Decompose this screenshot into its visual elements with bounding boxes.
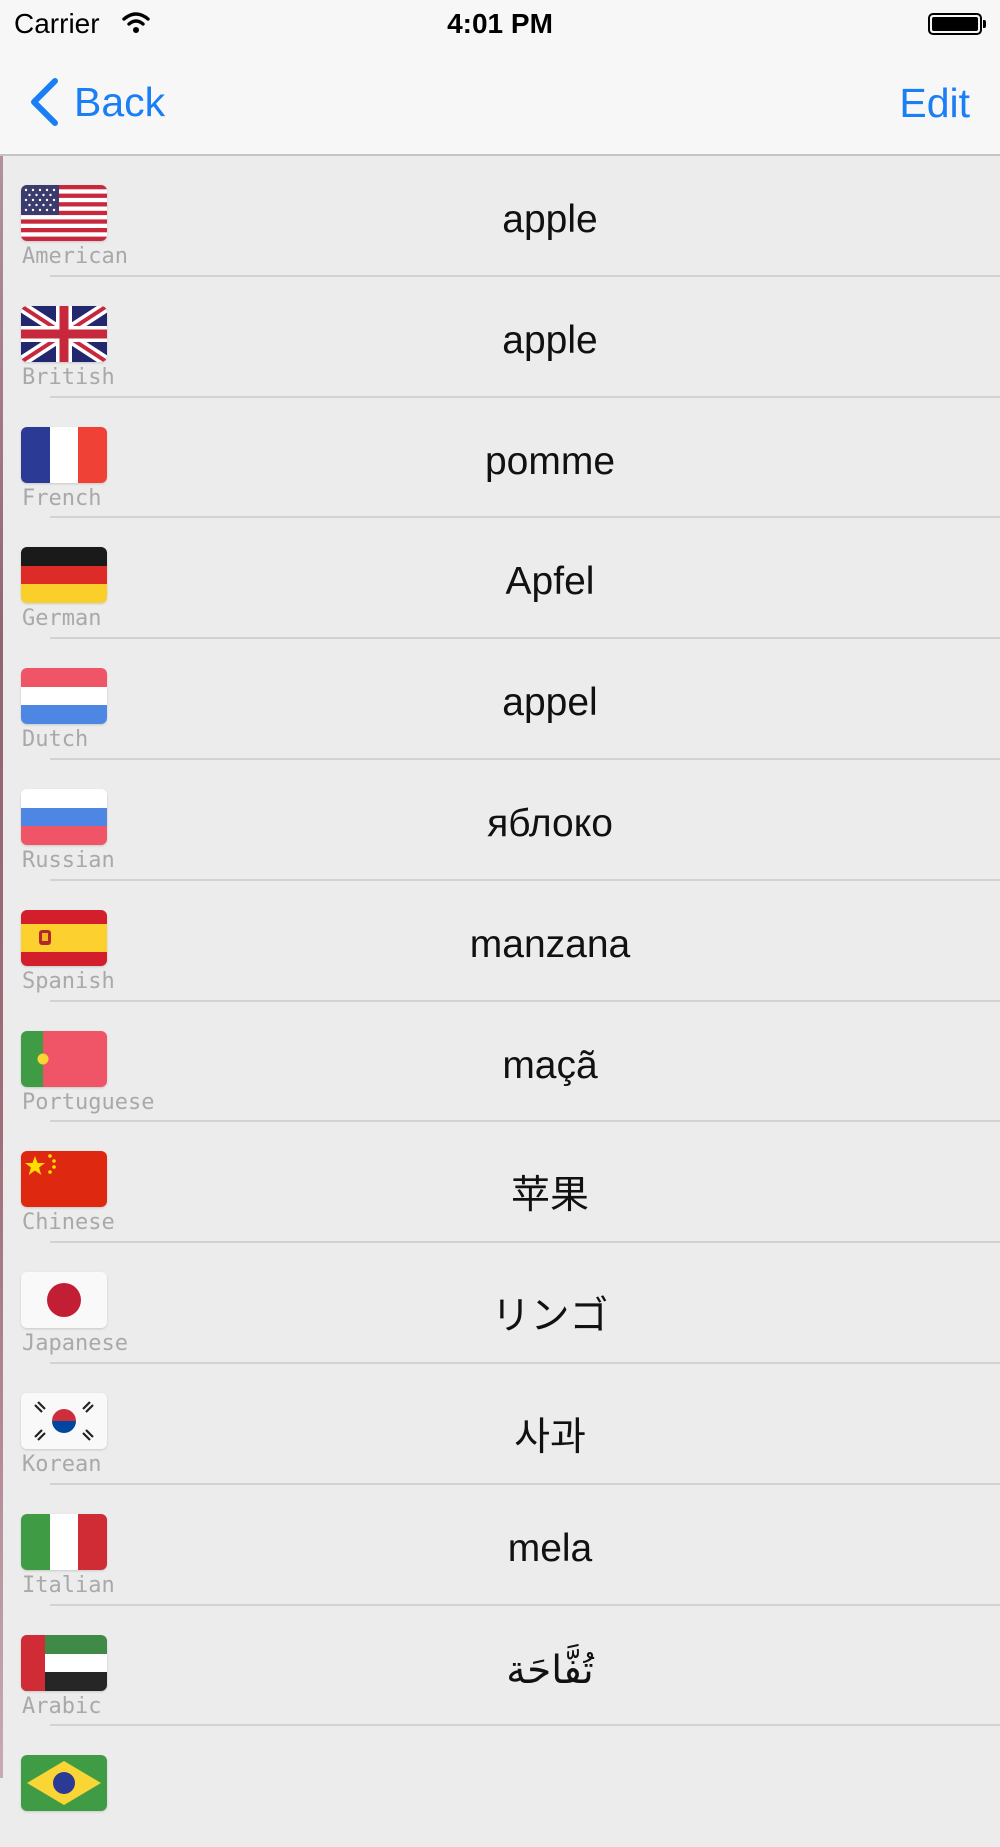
list-item[interactable]: American apple [0, 156, 1000, 277]
language-label: Korean [22, 1451, 102, 1477]
language-label: Italian [22, 1572, 115, 1598]
kr-flag-icon [21, 1392, 107, 1449]
clock: 4:01 PM [447, 8, 553, 39]
list-item[interactable]: Arabic تُفَّاحَة [0, 1606, 1000, 1727]
translation-text: リンゴ [491, 1295, 609, 1339]
status-bar: Carrier 4:01 PM [0, 0, 1000, 50]
translation-text: 苹果 [510, 1174, 589, 1218]
nl-flag-icon [21, 668, 107, 725]
it-flag-icon [21, 1513, 107, 1570]
language-label: British [22, 364, 115, 390]
pt-flag-icon [21, 1030, 107, 1087]
list-item[interactable]: Dutch appel [0, 639, 1000, 760]
translation-text: appel [502, 681, 598, 725]
list-item[interactable]: Portuguese maçã [0, 1002, 1000, 1123]
language-label: American [22, 244, 128, 269]
edit-button[interactable]: Edit [899, 80, 970, 127]
list-item[interactable]: French pomme [0, 398, 1000, 519]
ae-flag-icon [21, 1634, 107, 1691]
list-item[interactable]: Korean 사과 [0, 1364, 1000, 1485]
list-item[interactable]: Japanese リンゴ [0, 1243, 1000, 1364]
list-item[interactable]: Italian mela [0, 1485, 1000, 1606]
uk-flag-icon [21, 305, 107, 362]
language-label: French [22, 485, 102, 511]
jp-flag-icon [21, 1272, 107, 1329]
navigation-bar: Back Edit [0, 50, 1000, 156]
de-flag-icon [21, 547, 107, 604]
list-item[interactable]: German Apfel [0, 518, 1000, 640]
battery-icon [928, 13, 986, 35]
list-item[interactable]: Russian яблоко [0, 760, 1000, 881]
cn-flag-icon [21, 1151, 107, 1208]
translation-text: apple [502, 318, 598, 362]
translation-text: Apfel [505, 560, 595, 604]
list-item[interactable]: British apple [0, 277, 1000, 398]
translation-text: maçã [502, 1043, 598, 1087]
language-label: German [22, 606, 102, 632]
ru-flag-icon [21, 788, 107, 845]
fr-flag-icon [21, 426, 107, 483]
language-label: Russian [22, 847, 115, 873]
translation-text: 사과 [514, 1415, 586, 1459]
translation-text: apple [502, 198, 598, 241]
list-item[interactable]: Spanish manzana [0, 881, 1000, 1002]
chevron-left-icon [31, 78, 58, 126]
list-item[interactable] [0, 1726, 1000, 1847]
translation-text: تُفَّاحَة [506, 1648, 594, 1692]
translation-text: mela [507, 1526, 593, 1570]
language-label: Dutch [22, 727, 89, 753]
back-label: Back [74, 78, 166, 125]
translation-text: pomme [484, 439, 616, 483]
translation-text: manzana [469, 922, 631, 966]
translation-text: яблоко [487, 801, 613, 845]
language-label: Portuguese [22, 1089, 155, 1115]
us-flag-icon [21, 185, 107, 241]
es-flag-icon [21, 909, 107, 966]
language-label: Arabic [22, 1693, 102, 1719]
language-label: Spanish [22, 968, 115, 994]
list-item[interactable]: Chinese 苹果 [0, 1122, 1000, 1244]
translation-list: American apple British apple French pomm… [0, 156, 1000, 1847]
back-button[interactable]: Back [28, 76, 165, 128]
br-flag-icon [21, 1755, 107, 1812]
